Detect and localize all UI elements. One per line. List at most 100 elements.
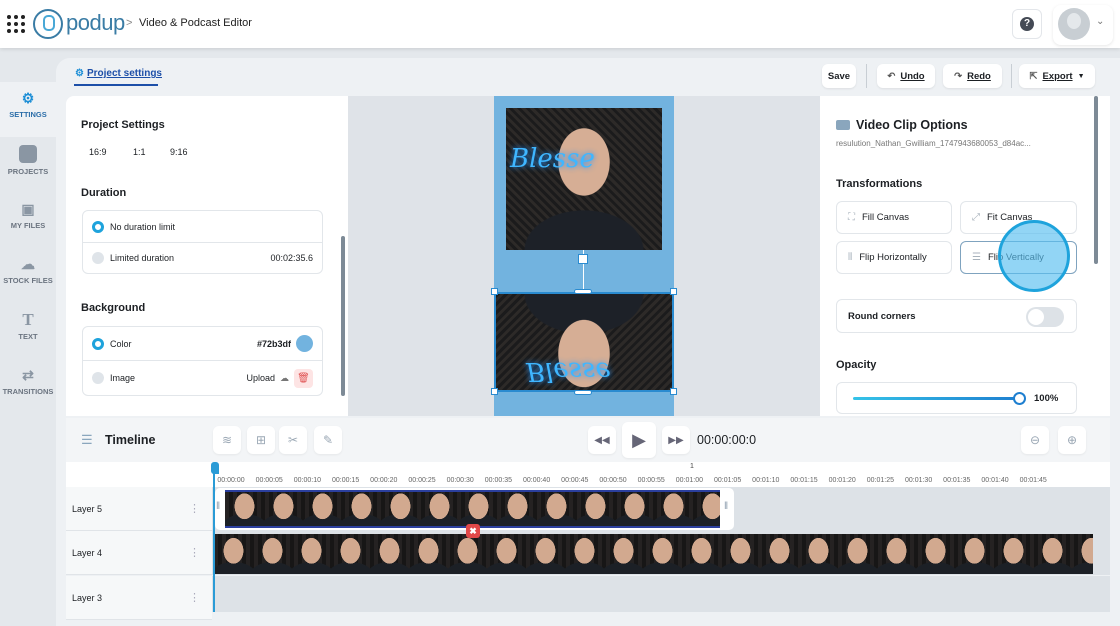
divider xyxy=(1011,64,1012,88)
timeline-ruler[interactable]: 1 00:00:00 00:00:05 00:00:10 00:00:15 00:00:… xyxy=(66,462,1110,487)
cloud-upload-icon[interactable]: ☁ xyxy=(280,373,289,384)
limited-duration-option[interactable]: Limited duration 00:02:35.6 xyxy=(83,242,322,273)
click-indicator xyxy=(998,220,1070,292)
video-layer-flipped[interactable]: Blesse xyxy=(494,292,674,392)
sidebar-item-my-files[interactable]: ▣ MY FILES xyxy=(0,193,56,248)
podup-logo[interactable]: podup xyxy=(66,10,125,36)
fill-canvas-button[interactable]: ⛶ Fill Canvas xyxy=(836,201,952,234)
radio-selected[interactable] xyxy=(92,337,104,350)
playhead-handle[interactable] xyxy=(211,462,219,474)
edit-button[interactable]: ✎ xyxy=(314,426,342,454)
opacity-value: 100% xyxy=(1034,393,1059,404)
resize-handle[interactable] xyxy=(670,388,677,395)
round-corners-toggle[interactable] xyxy=(1026,307,1064,327)
timeline-header: ☰ Timeline ≋ ⊞ ✂ ✎ ◀◀ ▶ ▶▶ 00:00:00:0 ⊖ … xyxy=(66,418,1110,462)
more-vertical-icon[interactable]: ⋮ xyxy=(189,591,200,604)
layer-5-track: ‖ ‖ xyxy=(212,487,1110,531)
scrollbar[interactable] xyxy=(1094,96,1098,264)
add-layer-button[interactable]: ≋ xyxy=(213,426,241,454)
expand-icon: ⤢ xyxy=(972,212,980,223)
radio[interactable] xyxy=(92,372,104,384)
ruler-tick: 00:01:35 xyxy=(943,477,971,484)
layers-icon: ≋ xyxy=(221,433,233,447)
export-button[interactable]: ⇱ Export ▼ xyxy=(1019,64,1095,88)
sidebar-item-stock-files[interactable]: ☁ STOCK FILES xyxy=(0,248,56,303)
podup-logo-icon[interactable] xyxy=(33,9,63,39)
zoom-in-button[interactable]: ⊕ xyxy=(1058,426,1086,454)
video-layer-top[interactable]: Blesse xyxy=(506,108,662,250)
redo-button[interactable]: ↷ Redo xyxy=(943,64,1002,88)
fast-forward-button[interactable]: ▶▶ xyxy=(662,426,690,454)
ruler-tick: 00:01:25 xyxy=(866,477,895,484)
trim-handle-right[interactable]: ‖ xyxy=(724,501,728,512)
rotate-handle[interactable] xyxy=(578,254,588,264)
gear-icon: ⚙ xyxy=(21,90,35,106)
minute-marker: 1 xyxy=(690,463,694,470)
radio[interactable] xyxy=(92,252,104,264)
ruler-tick: 00:00:20 xyxy=(370,477,398,484)
folder-play-icon: ▣ xyxy=(21,201,35,217)
ruler-tick: 00:00:40 xyxy=(522,477,551,484)
scissors-icon: ✂ xyxy=(287,433,299,447)
trash-icon[interactable]: 🗑 xyxy=(294,368,313,388)
opacity-slider-track[interactable] xyxy=(853,397,1019,400)
radio-selected[interactable] xyxy=(92,220,104,233)
resize-handle[interactable] xyxy=(574,289,592,294)
scrollbar[interactable] xyxy=(341,236,345,396)
layer-row[interactable]: Layer 5 ⋮ xyxy=(66,487,212,531)
help-icon: ? xyxy=(1020,17,1034,31)
ruler-tick: 00:00:10 xyxy=(293,477,322,484)
opacity-slider-thumb[interactable] xyxy=(1013,392,1026,405)
resize-handle[interactable] xyxy=(491,288,498,295)
ruler-tick: 00:00:50 xyxy=(599,477,627,484)
resize-handle[interactable] xyxy=(670,288,677,295)
ruler-tick: 00:00:45 xyxy=(561,477,589,484)
video-clip[interactable] xyxy=(214,534,1093,574)
more-vertical-icon[interactable]: ⋮ xyxy=(189,546,200,559)
account-menu[interactable]: ⌄ xyxy=(1053,5,1113,45)
rewind-button[interactable]: ◀◀ xyxy=(588,426,616,454)
zoom-out-button[interactable]: ⊖ xyxy=(1021,426,1049,454)
resize-handle[interactable] xyxy=(491,388,498,395)
trim-handle-left[interactable]: ‖ xyxy=(216,501,220,512)
duration-value[interactable]: 00:02:35.6 xyxy=(270,253,313,263)
ruler-tick: 00:01:15 xyxy=(790,477,818,484)
apps-grid-icon[interactable] xyxy=(7,15,25,33)
color-option[interactable]: Color #72b3df xyxy=(83,327,322,360)
color-swatch[interactable] xyxy=(296,335,313,352)
cut-button[interactable]: ✂ xyxy=(279,426,307,454)
ratio-9-16-button[interactable]: 9:16 xyxy=(170,147,188,157)
upload-button[interactable]: Upload xyxy=(246,373,275,383)
clip-filename: resulution_Nathan_Gwilliam_1747943680053… xyxy=(836,139,1031,148)
pencil-icon: ✎ xyxy=(322,433,334,447)
split-icon: ⊞ xyxy=(255,433,267,447)
more-vertical-icon[interactable]: ⋮ xyxy=(189,502,200,515)
ratio-1-1-button[interactable]: 1:1 xyxy=(133,147,146,157)
sidebar-item-text[interactable]: T TEXT xyxy=(0,304,56,359)
help-button[interactable]: ? xyxy=(1012,9,1042,39)
layer-row[interactable]: Layer 3 ⋮ xyxy=(66,576,212,620)
delete-clip-icon[interactable]: ✖ xyxy=(466,524,480,538)
resize-handle[interactable] xyxy=(574,390,592,395)
canvas-preview[interactable]: Blesse Blesse xyxy=(491,96,677,416)
undo-button[interactable]: ↶ Undo xyxy=(877,64,935,88)
layer-row[interactable]: Layer 4 ⋮ xyxy=(66,531,212,575)
flip-horizontally-button[interactable]: ⫴ Flip Horizontally xyxy=(836,241,952,274)
fill-canvas-icon: ⛶ xyxy=(848,212,855,223)
tab-project-settings[interactable]: ⚙ Project settings xyxy=(75,68,162,79)
sidebar-item-projects[interactable]: PROJECTS xyxy=(0,137,56,192)
sidebar: ⚙ SETTINGS PROJECTS ▣ MY FILES ☁ STOCK FILE… xyxy=(0,48,56,626)
video-clip[interactable] xyxy=(225,490,720,528)
sidebar-item-transitions[interactable]: ⇄ TRANSITIONS xyxy=(0,359,56,414)
opacity-slider-box: 100% xyxy=(836,382,1077,414)
play-button[interactable]: ▶ xyxy=(622,422,656,458)
split-button[interactable]: ⊞ xyxy=(247,426,275,454)
ratio-16-9-button[interactable]: 16:9 xyxy=(89,147,107,157)
image-option[interactable]: Image Upload ☁ 🗑 xyxy=(83,360,322,395)
no-duration-limit-option[interactable]: No duration limit xyxy=(83,211,322,242)
save-button[interactable]: Save xyxy=(822,64,856,88)
sidebar-item-settings[interactable]: ⚙ SETTINGS xyxy=(0,82,56,137)
background-options: Color #72b3df Image Upload ☁ 🗑 xyxy=(82,326,323,396)
playhead[interactable] xyxy=(213,466,215,612)
project-settings-panel: Project Settings 16:9 1:1 9:16 Duration … xyxy=(66,96,348,416)
